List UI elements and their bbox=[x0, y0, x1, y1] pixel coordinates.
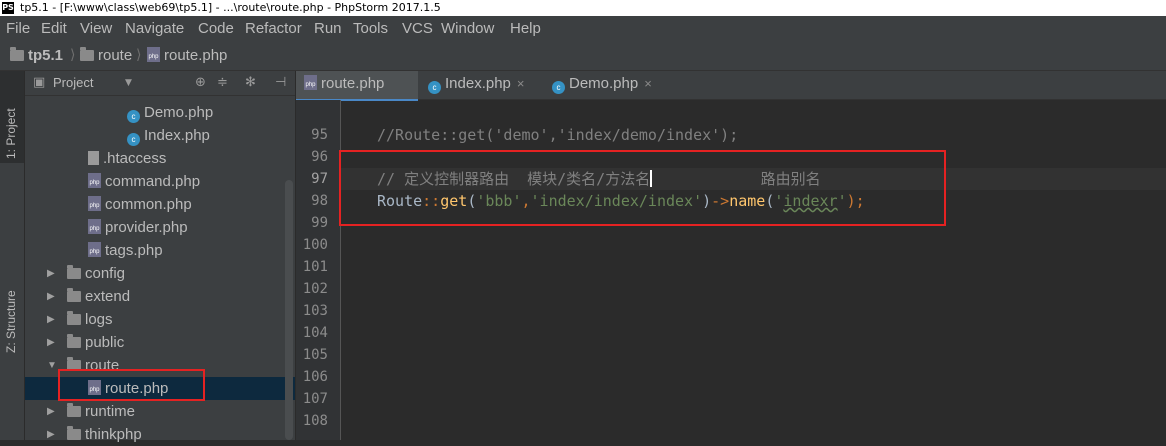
left-tool-strip: 1: Project Z: Structure bbox=[0, 71, 25, 440]
php-file-icon: php bbox=[88, 173, 101, 188]
chevron-right-icon[interactable]: ▶ bbox=[47, 308, 55, 331]
chevron-right-icon[interactable]: ▶ bbox=[47, 331, 55, 354]
line-number: 98 bbox=[311, 193, 328, 209]
tree-folder-public[interactable]: ▶ public bbox=[25, 331, 295, 354]
breadcrumb-separator: ⟩ bbox=[136, 47, 142, 63]
class-icon: c bbox=[552, 81, 565, 94]
menu-tools[interactable]: Tools bbox=[353, 16, 388, 41]
folder-icon bbox=[67, 334, 81, 348]
line-number: 103 bbox=[302, 303, 328, 319]
chevron-right-icon[interactable]: ▶ bbox=[47, 285, 55, 308]
title-bar: PS tp5.1 - [F:\www\class\web69\tp5.1] - … bbox=[0, 0, 1166, 16]
line-number-gutter: 95 96 97 98 99 100 101 102 103 104 105 1… bbox=[296, 100, 341, 440]
menu-vcs[interactable]: VCS bbox=[402, 16, 433, 41]
menu-view[interactable]: View bbox=[80, 16, 112, 41]
annotation-box-route-file bbox=[58, 369, 205, 401]
tree-item-tags[interactable]: php tags.php bbox=[25, 239, 295, 262]
tree-item-provider[interactable]: php provider.php bbox=[25, 216, 295, 239]
class-icon: c bbox=[127, 110, 140, 123]
editor-tab-bar: php route.php c Index.php × c Demo.php × bbox=[296, 71, 1166, 101]
hide-panel-icon[interactable]: ⊣ bbox=[275, 71, 286, 95]
tree-folder-logs[interactable]: ▶ logs bbox=[25, 308, 295, 331]
line-number: 97 bbox=[311, 171, 328, 187]
line-number: 108 bbox=[302, 413, 328, 429]
scroll-from-source-icon[interactable]: ⊕ bbox=[195, 71, 206, 95]
chevron-right-icon[interactable]: ▶ bbox=[47, 262, 55, 285]
close-icon[interactable]: × bbox=[517, 76, 525, 91]
collapse-all-icon[interactable]: ≑ bbox=[217, 71, 228, 95]
phpstorm-app-icon: PS bbox=[2, 2, 14, 14]
chevron-down-icon[interactable]: ▼ bbox=[125, 71, 132, 95]
file-icon bbox=[88, 151, 99, 165]
menu-bar: File Edit View Navigate Code Refactor Ru… bbox=[0, 16, 1166, 41]
chevron-right-icon[interactable]: ▶ bbox=[47, 400, 55, 423]
folder-icon bbox=[67, 288, 81, 302]
line-number: 104 bbox=[302, 325, 328, 341]
line-number: 99 bbox=[311, 215, 328, 231]
tab-demo-php[interactable]: c Demo.php × bbox=[548, 71, 668, 99]
menu-navigate[interactable]: Navigate bbox=[125, 16, 184, 41]
navigation-bar: tp5.1 ⟩ route ⟩ php route.php bbox=[0, 41, 1166, 71]
line-number: 106 bbox=[302, 369, 328, 385]
tree-item-index[interactable]: c Index.php bbox=[25, 124, 295, 147]
class-icon: c bbox=[428, 81, 441, 94]
breadcrumb-route[interactable]: route bbox=[80, 41, 132, 70]
breadcrumb-separator: ⟩ bbox=[70, 47, 76, 63]
chevron-right-icon[interactable]: ▶ bbox=[47, 423, 55, 446]
class-icon: c bbox=[127, 133, 140, 146]
menu-edit[interactable]: Edit bbox=[41, 16, 67, 41]
php-file-icon: php bbox=[88, 242, 101, 257]
folder-icon bbox=[80, 47, 94, 61]
project-tool-tab[interactable]: 1: Project bbox=[0, 71, 24, 163]
annotation-box-route-code bbox=[339, 150, 946, 226]
project-view-icon: ▣ bbox=[33, 75, 46, 90]
project-panel-scrollbar[interactable] bbox=[285, 180, 293, 440]
tree-folder-config[interactable]: ▶ config bbox=[25, 262, 295, 285]
folder-icon bbox=[67, 426, 81, 440]
php-file-icon: php bbox=[147, 47, 160, 62]
tree-folder-runtime[interactable]: ▶ runtime bbox=[25, 400, 295, 423]
menu-window[interactable]: Window bbox=[441, 16, 494, 41]
line-number: 100 bbox=[302, 237, 328, 253]
code-line-95[interactable]: //Route::get('demo','index/demo/index'); bbox=[377, 124, 738, 146]
tab-route-php[interactable]: php route.php bbox=[296, 71, 418, 101]
project-view-dropdown[interactable]: Project bbox=[53, 71, 93, 95]
php-file-icon: php bbox=[88, 219, 101, 234]
tree-item-htaccess[interactable]: .htaccess bbox=[25, 147, 295, 170]
structure-tool-tab[interactable]: Z: Structure bbox=[0, 167, 24, 353]
tree-folder-extend[interactable]: ▶ extend bbox=[25, 285, 295, 308]
editor-area: php route.php c Index.php × c Demo.php × 95 9… bbox=[296, 71, 1166, 440]
menu-refactor[interactable]: Refactor bbox=[245, 16, 302, 41]
close-icon[interactable]: × bbox=[644, 76, 652, 91]
php-file-icon: php bbox=[304, 75, 317, 90]
tab-index-php[interactable]: c Index.php × bbox=[424, 71, 544, 99]
menu-code[interactable]: Code bbox=[198, 16, 234, 41]
line-number: 102 bbox=[302, 281, 328, 297]
breadcrumb-project[interactable]: tp5.1 bbox=[10, 41, 63, 70]
folder-icon bbox=[67, 403, 81, 417]
line-number: 105 bbox=[302, 347, 328, 363]
menu-help[interactable]: Help bbox=[510, 16, 541, 41]
folder-icon bbox=[67, 311, 81, 325]
project-panel-header: ▣ Project ▼ ⊕ ≑ ✻ ⊣ bbox=[25, 71, 295, 96]
chevron-down-icon[interactable]: ▼ bbox=[47, 354, 57, 377]
window-title: tp5.1 - [F:\www\class\web69\tp5.1] - ...… bbox=[20, 1, 441, 14]
line-number: 101 bbox=[302, 259, 328, 275]
line-number: 95 bbox=[311, 127, 328, 143]
menu-run[interactable]: Run bbox=[314, 16, 342, 41]
tree-item-demo[interactable]: c Demo.php bbox=[25, 101, 295, 124]
gear-icon[interactable]: ✻ bbox=[245, 71, 256, 95]
folder-icon bbox=[67, 265, 81, 279]
breadcrumb-file[interactable]: php route.php bbox=[147, 41, 227, 70]
folder-icon bbox=[10, 47, 24, 61]
line-number: 96 bbox=[311, 149, 328, 165]
tree-folder-thinkphp[interactable]: ▶ thinkphp bbox=[25, 423, 295, 446]
php-file-icon: php bbox=[88, 196, 101, 211]
line-number: 107 bbox=[302, 391, 328, 407]
menu-file[interactable]: File bbox=[6, 16, 30, 41]
tree-item-command[interactable]: php command.php bbox=[25, 170, 295, 193]
tree-item-common[interactable]: php common.php bbox=[25, 193, 295, 216]
